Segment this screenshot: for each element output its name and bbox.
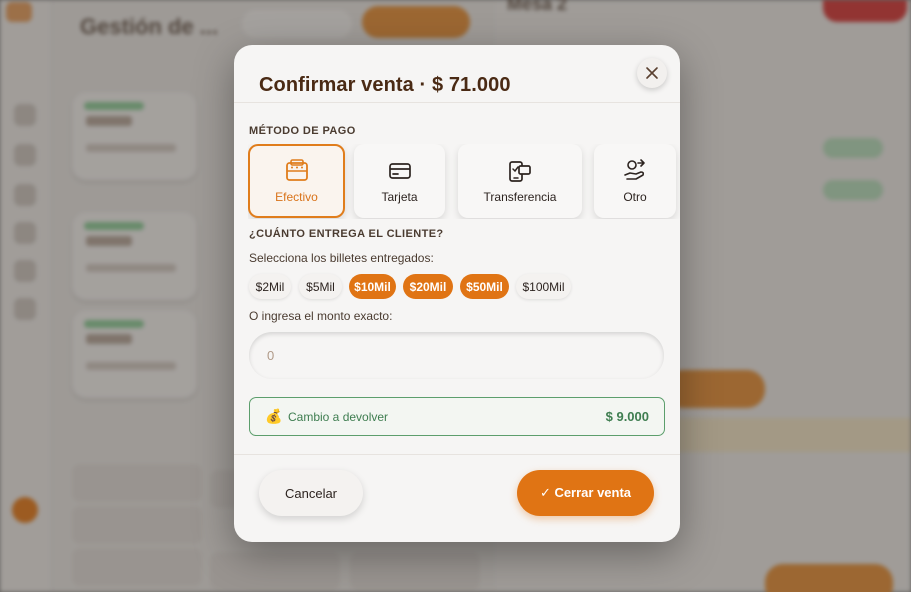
bill-50mil-button[interactable]: $50Mil <box>460 274 509 299</box>
exact-amount-hint: O ingresa el monto exacto: <box>249 309 393 323</box>
payment-method-efectivo[interactable]: Efectivo <box>248 144 345 218</box>
cash-section-label: ¿CUÁNTO ENTREGA EL CLIENTE? <box>249 228 444 240</box>
close-button[interactable] <box>637 58 667 88</box>
cancel-button[interactable]: Cancelar <box>259 470 363 516</box>
change-value: $ 9.000 <box>605 409 649 424</box>
close-sale-button[interactable]: ✓ Cerrar venta <box>517 470 654 516</box>
payment-method-tarjeta[interactable]: Tarjeta <box>354 144 445 218</box>
bill-100mil-button[interactable]: $100Mil <box>516 274 571 299</box>
cash-register-icon <box>285 159 308 181</box>
change-label: Cambio a devolver <box>288 410 389 424</box>
payment-method-label: Transferencia <box>483 190 557 204</box>
mobile-transfer-icon <box>509 161 531 182</box>
credit-card-icon <box>388 163 411 179</box>
confirm-sale-modal: Confirmar venta · $ 71.000 MÉTODO DE PAG… <box>234 45 680 542</box>
change-box: 💰 Cambio a devolver $ 9.000 <box>249 397 665 436</box>
payment-method-label: Efectivo <box>275 190 318 204</box>
payment-method-otro[interactable]: Otro <box>594 144 676 218</box>
payment-method-label: Otro <box>623 190 647 204</box>
payment-method-transferencia[interactable]: Transferencia <box>458 144 582 218</box>
payment-method-label: Tarjeta <box>381 190 418 204</box>
divider <box>234 102 680 103</box>
bill-10mil-button[interactable]: $10Mil <box>349 274 396 299</box>
bills-hint: Selecciona los billetes entregados: <box>249 251 434 265</box>
close-icon <box>646 67 658 79</box>
exact-amount-input[interactable] <box>249 332 664 379</box>
bill-5mil-button[interactable]: $5Mil <box>299 274 342 299</box>
bill-2mil-button[interactable]: $2Mil <box>249 274 291 299</box>
money-bag-icon: 💰 <box>265 408 283 424</box>
bill-20mil-button[interactable]: $20Mil <box>403 274 453 299</box>
modal-title: Confirmar venta · $ 71.000 <box>259 74 511 96</box>
payment-methods: Efectivo Tarjeta Transferencia Otro <box>248 144 680 219</box>
payment-section-label: MÉTODO DE PAGO <box>249 125 356 137</box>
divider <box>234 454 680 455</box>
hand-money-icon <box>624 159 645 180</box>
